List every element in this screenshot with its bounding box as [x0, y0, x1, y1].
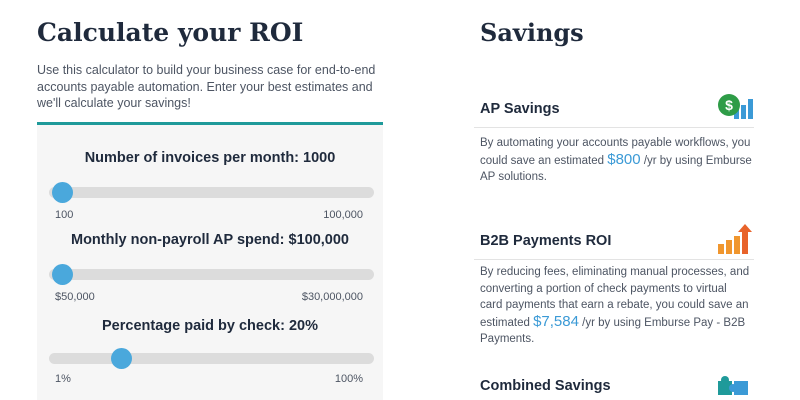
combined-savings-title: Combined Savings — [480, 378, 611, 394]
puzzle-icon — [718, 376, 748, 395]
check-percent-min-label: 1% — [55, 373, 71, 385]
ap-spend-slider-label: Monthly non-payroll AP spend: $100,000 — [71, 232, 349, 248]
invoices-min-label: 100 — [55, 209, 74, 221]
ap-spend-slider-track[interactable] — [49, 264, 374, 285]
intro-text: Use this calculator to build your busine… — [37, 63, 376, 110]
ap-savings-text: By automating your accounts payable work… — [480, 135, 752, 186]
invoices-slider-thumb[interactable] — [52, 182, 73, 203]
page-title: Calculate your ROI — [37, 18, 304, 47]
check-percent-slider-thumb[interactable] — [110, 348, 132, 369]
ap-spend-slider-thumb[interactable] — [52, 264, 73, 285]
ap-savings-title: AP Savings — [480, 101, 560, 117]
savings-title: Savings — [480, 18, 584, 47]
invoices-slider-label: Number of invoices per month: 1000 — [84, 150, 336, 166]
b2b-payments-text: By reducing fees, eliminating manual pro… — [480, 264, 752, 348]
growth-chart-icon — [718, 224, 752, 254]
svg-text:$: $ — [725, 97, 733, 113]
invoices-slider-track[interactable] — [49, 182, 374, 203]
check-percent-slider-track[interactable] — [49, 348, 374, 369]
ap-savings-divider — [474, 127, 754, 128]
invoices-max-label: 100,000 — [323, 209, 363, 221]
check-percent-slider-label: Percentage paid by check: 20% — [102, 318, 318, 334]
b2b-payments-divider — [474, 259, 754, 260]
dollar-chart-icon: $ — [718, 94, 753, 119]
check-percent-max-label: 100% — [334, 373, 363, 385]
calculator-panel: Number of invoices per month: 1000 100 1… — [37, 122, 383, 400]
ap-spend-min-label: $50,000 — [55, 291, 95, 303]
b2b-payments-amount: $7,584 — [533, 312, 579, 330]
b2b-payments-title: B2B Payments ROI — [480, 233, 612, 249]
ap-savings-amount: $800 — [607, 150, 641, 168]
ap-spend-max-label: $30,000,000 — [301, 291, 363, 303]
